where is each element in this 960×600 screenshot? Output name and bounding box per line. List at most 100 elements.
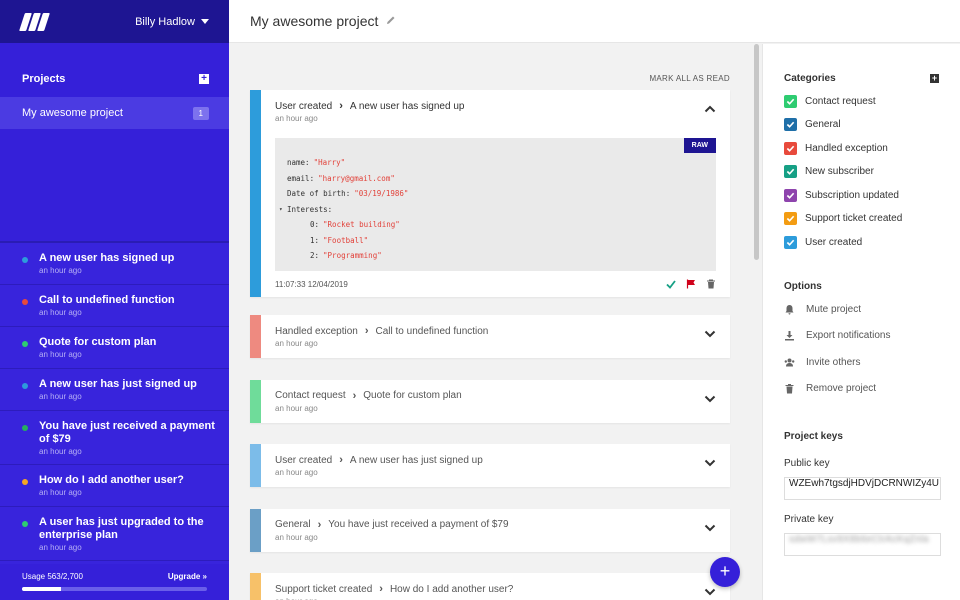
public-key-label: Public key (784, 457, 830, 469)
code-tree-node[interactable]: ▾ Interests: (279, 202, 716, 218)
chevron-down-icon[interactable] (704, 457, 716, 469)
download-icon (785, 331, 794, 341)
chevron-up-icon[interactable] (704, 103, 716, 115)
sidebar-feed-item[interactable]: You have just received a payment of $79 a… (0, 411, 229, 465)
sidebar-top-bar: Billy Hadlow (0, 0, 229, 43)
project-name: My awesome project (22, 107, 123, 119)
category-item[interactable]: Support ticket created (784, 212, 939, 226)
sidebar-project-item[interactable]: My awesome project 1 (0, 97, 229, 129)
app-logo[interactable] (19, 12, 50, 31)
code-value: "03/19/1986" (354, 189, 409, 199)
add-category-icon[interactable]: + (930, 74, 939, 83)
sidebar: Billy Hadlow Projects + My awesome proje… (0, 0, 229, 600)
code-value: "harry@gmail.com" (318, 173, 395, 183)
option-label: Invite others (806, 356, 861, 368)
status-dot (22, 257, 28, 263)
chevron-down-icon[interactable] (704, 328, 716, 340)
checkbox[interactable] (784, 94, 797, 108)
flag-icon[interactable] (686, 279, 696, 289)
user-menu[interactable]: Billy Hadlow (135, 16, 209, 28)
checkbox[interactable] (784, 212, 797, 225)
chevron-right-icon: › (364, 325, 369, 337)
add-notification-button[interactable]: + (710, 557, 740, 587)
sidebar-feed-item[interactable]: A new user has just signed up an hour ago (0, 369, 229, 411)
option-item[interactable]: Mute project (784, 302, 939, 316)
notification-card[interactable]: Contact request › Quote for custom plan an … (250, 379, 730, 423)
scrollbar[interactable] (754, 44, 759, 260)
category-item[interactable]: Handled exception (784, 141, 939, 155)
sidebar-feed-item[interactable]: Call to undefined function an hour ago (0, 285, 229, 327)
sidebar-feed: A new user has signed up an hour ago Call … (0, 241, 229, 564)
bell-icon (785, 304, 794, 314)
category-item[interactable]: User created (784, 235, 939, 249)
checkbox[interactable] (784, 141, 797, 155)
feed-item-time: an hour ago (39, 350, 82, 359)
code-key: 2: (310, 251, 320, 261)
project-count-badge: 1 (192, 106, 209, 120)
category-label: Handled exception (805, 142, 888, 154)
notification-card[interactable]: Handled exception › Call to undefined func… (250, 315, 730, 358)
mark-all-read-button[interactable]: MARK ALL AS READ (649, 74, 730, 83)
chevron-right-icon: › (339, 100, 343, 112)
chevron-right-icon: › (379, 583, 383, 595)
status-dot (22, 425, 28, 431)
category-item[interactable]: Contact request (784, 94, 939, 108)
checkbox[interactable] (784, 165, 797, 178)
category-label: User created (805, 236, 863, 248)
card-category: General (275, 519, 311, 530)
option-label: Export notifications (806, 330, 891, 341)
chevron-right-icon: › (339, 454, 343, 466)
right-panel: Categories + Contact request General Handl… (762, 44, 960, 600)
notification-card[interactable]: User created › A new user has just signed … (250, 444, 730, 487)
card-category: Support ticket created (275, 583, 373, 595)
feed-item-time: an hour ago (39, 308, 82, 317)
feed-item-time: an hour ago (39, 392, 82, 401)
check-icon[interactable] (666, 279, 676, 289)
checkbox[interactable] (784, 188, 797, 202)
public-key-field[interactable]: WZEwh7tgsdjHDVjDCRNWIZy4U (784, 476, 941, 500)
add-project-icon[interactable]: + (199, 74, 209, 84)
chevron-down-icon[interactable] (704, 586, 716, 598)
card-message: You have just received a payment of $79 (328, 519, 509, 530)
category-label: Support ticket created (805, 213, 903, 224)
status-dot (22, 479, 28, 485)
code-key: email: (287, 173, 315, 183)
card-message: Call to undefined function (375, 325, 489, 337)
sidebar-feed-item[interactable]: Quote for custom plan an hour ago (0, 327, 229, 369)
triangle-down-icon[interactable]: ▾ (279, 206, 283, 213)
notification-card[interactable]: General › You have just received a payment… (250, 508, 730, 552)
code-key: 1: (310, 235, 320, 245)
checkbox[interactable] (784, 118, 797, 131)
chevron-down-icon[interactable] (704, 393, 716, 405)
sidebar-feed-item[interactable]: A new user has signed up an hour ago (0, 243, 229, 285)
upgrade-link[interactable]: Upgrade » (168, 572, 207, 581)
option-item[interactable]: Remove project (784, 382, 939, 396)
category-item[interactable]: New subscriber (784, 165, 939, 179)
private-key-field[interactable]: sdwW7Lsv9X8b6eCtrAcKqZnla (784, 532, 941, 556)
notification-card[interactable]: Support ticket created › How do I add anot… (250, 573, 730, 600)
category-item[interactable]: General (784, 118, 939, 132)
project-keys-title: Project keys (784, 430, 843, 442)
double-chevron-right-icon: » (202, 572, 207, 581)
sidebar-feed-item[interactable]: How do I add another user? an hour ago (0, 465, 229, 507)
code-key: 0: (310, 220, 320, 230)
category-item[interactable]: Subscription updated (784, 188, 939, 202)
usage-panel: Usage 563/2,700 Upgrade » (0, 564, 229, 600)
card-time: an hour ago (275, 114, 318, 123)
code-value: "Football" (323, 235, 369, 245)
check-icon (786, 98, 795, 105)
checkbox[interactable] (784, 235, 797, 249)
trash-icon[interactable] (706, 279, 716, 289)
sidebar-feed-item[interactable]: A user has just upgraded to the enterpri… (0, 507, 229, 561)
option-item[interactable]: Invite others (784, 355, 939, 369)
card-timestamp: 11:07:33 12/04/2019 (275, 279, 348, 289)
notification-card-expanded[interactable]: User created › A new user has signed up … (250, 90, 730, 297)
category-label: New subscriber (805, 166, 874, 177)
chevron-down-icon[interactable] (704, 522, 716, 534)
pencil-icon[interactable] (386, 15, 396, 28)
category-label: Subscription updated (805, 189, 899, 201)
option-item[interactable]: Export notifications (784, 329, 939, 343)
status-dot (22, 341, 28, 347)
private-key-label: Private key (784, 513, 834, 525)
raw-button[interactable]: RAW (683, 138, 716, 153)
